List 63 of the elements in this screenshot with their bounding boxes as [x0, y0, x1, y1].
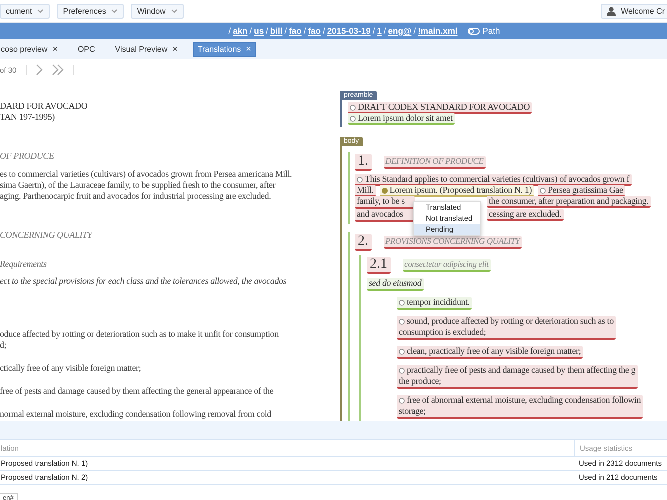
section-number[interactable]: 2. — [355, 234, 372, 251]
radio-icon — [399, 300, 405, 306]
translation-unit[interactable]: cessing are excluded. — [487, 209, 564, 221]
translation-unit[interactable]: DRAFT CODEX STANDARD FOR AVOCADO — [348, 102, 532, 114]
path-separator: / — [228, 26, 232, 36]
title-line: TAN 197-1995) — [0, 112, 56, 123]
menu-button[interactable]: Preferences — [57, 4, 124, 18]
translation-unit[interactable]: This Standard applies to commercial varieties (cultivars) of avocados grown f — [355, 174, 632, 186]
user-button[interactable]: Welcome Cr — [601, 4, 667, 18]
path-separator: / — [266, 26, 268, 36]
section-heading: CONCERNING QUALITY — [0, 230, 94, 241]
translation-unit[interactable]: Persea gratissima Gae — [538, 185, 626, 197]
translation-unit[interactable]: practically free of pests and damage caused by them affecting the g the produce; — [397, 365, 638, 389]
list-item-line: d; — [0, 340, 8, 351]
radio-icon — [399, 349, 405, 355]
path-separator: / — [322, 26, 326, 36]
path-separator: / — [304, 26, 306, 36]
path-separator: / — [414, 26, 416, 36]
menu-button[interactable]: cument — [0, 4, 50, 18]
paragraph-line: sima Gaertn), of the Lauraceae family, to be supplied fresh to the consumer, after — [0, 180, 277, 191]
translation-unit[interactable]: Mill. — [355, 185, 376, 197]
user-icon — [607, 6, 616, 16]
path-separator: / — [372, 26, 376, 36]
translation-unit[interactable]: the consumer, after preparation and packaging. — [487, 196, 651, 208]
list-item-line: normal external moisture, excluding condensation following removal from cold — [0, 409, 272, 420]
section-number[interactable]: 1. — [355, 154, 372, 171]
translation-unit[interactable]: Lorem ipsum. (Proposed translation N. 1) — [380, 185, 534, 197]
translation-unit[interactable]: sound, produce affected by rotting or deterioration such as to consumption is excluded; — [397, 316, 616, 340]
list-item-line: oduce affected by rotting or deterioration such as to make it unfit for consumption — [0, 329, 280, 340]
list-item-line: free of pests and damage caused by them affecting the general appearance of the — [0, 386, 275, 397]
menu-button[interactable]: Window — [131, 4, 184, 18]
tab[interactable]: OPC — [72, 42, 100, 56]
translation-unit[interactable]: free of abnormal external moisture, excluding condensation followin storage; — [397, 395, 644, 419]
paragraph-line: es to commercial varieties (cultivars) of avocados grown from Persea americana Mill. — [0, 169, 294, 180]
subheading: Requirements — [0, 259, 48, 270]
radio-icon — [399, 368, 405, 374]
subheading[interactable]: sed do eiusmod — [367, 278, 424, 291]
section-heading: OF PRODUCE — [0, 151, 56, 162]
close-button[interactable]: × — [52, 44, 58, 54]
tab[interactable]: Visual Preview × — [110, 42, 183, 56]
italic-text-line: ect to the special provisions for each class and the tolerances allowed, the avocados — [0, 276, 288, 287]
translation-unit[interactable]: clean, practically free of any visible foreign matter; — [397, 346, 584, 359]
translation-unit[interactable]: family, to be s — [355, 196, 415, 209]
close-button[interactable]: × — [172, 44, 178, 54]
title-line: DARD FOR AVOCADO — [0, 101, 89, 112]
translation-unit[interactable]: and avocados — [355, 209, 415, 222]
caret-icon — [111, 8, 118, 14]
caret-icon — [170, 8, 178, 14]
double-chevron-right-icon[interactable] — [52, 64, 64, 76]
radio-icon — [399, 398, 405, 404]
list-item-line: ctically free of any visible foreign matter; — [0, 363, 142, 374]
radio-icon — [399, 319, 405, 325]
path-separator: / — [384, 26, 386, 36]
chevron-right-icon[interactable] — [36, 64, 43, 76]
section-number[interactable]: 2.1 — [367, 257, 390, 274]
path-separator: / — [250, 26, 252, 36]
caret-icon — [37, 8, 44, 14]
tab[interactable]: coso preview × — [0, 42, 63, 56]
toggle-icon — [468, 28, 480, 34]
path-separator: / — [284, 26, 288, 36]
translation-unit[interactable]: Lorem ipsum dolor sit amet — [348, 113, 455, 125]
translation-unit[interactable]: tempor incididunt. — [397, 297, 472, 310]
paragraph-line: aging. Parthenocarpic fruit and avocados for industrial processing are excluded. — [0, 191, 272, 202]
